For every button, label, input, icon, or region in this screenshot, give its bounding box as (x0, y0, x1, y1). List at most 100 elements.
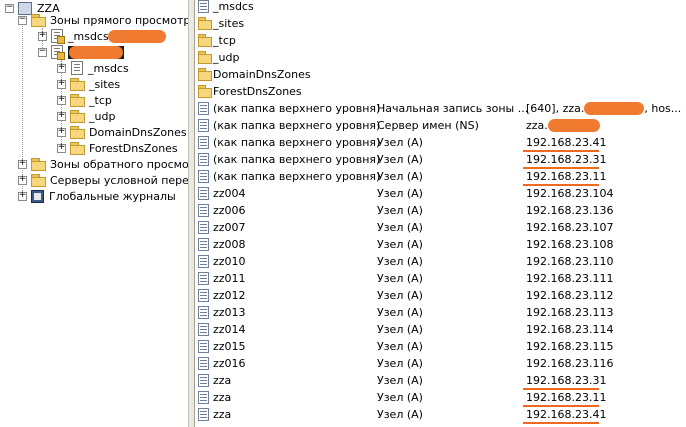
folder-icon (70, 110, 85, 123)
record-name: zza (213, 408, 232, 421)
table-row[interactable]: zza Узел (A) 192.168.23.41 (195, 406, 686, 423)
expand-icon[interactable]: + (57, 111, 66, 121)
folder-name: _udp (213, 51, 240, 64)
expand-icon[interactable]: + (38, 31, 47, 41)
record-data: 192.168.23.113 (526, 306, 613, 319)
table-row[interactable]: (как папка верхнего уровня) Узел (A) 192.1… (195, 134, 686, 151)
folder-icon (31, 158, 46, 171)
list-item-folder[interactable]: _udp (195, 49, 686, 66)
record-data-text: 192.168.23.31 (526, 153, 607, 166)
record-icon (198, 391, 209, 404)
tree-node-msdcs-zone[interactable]: + _msdcs. (38, 28, 167, 44)
zone-delegation-icon (198, 0, 209, 13)
table-row[interactable]: zza Узел (A) 192.168.23.11 (195, 389, 686, 406)
record-data: 192.168.23.110 (526, 255, 613, 268)
record-data: 192.168.23.136 (526, 204, 613, 217)
expand-icon[interactable]: + (57, 95, 66, 105)
tree-node-sites[interactable]: + _sites (57, 76, 120, 92)
record-name: zza (213, 391, 232, 404)
collapse-icon[interactable]: − (5, 3, 14, 13)
tree-node-reverse-zones[interactable]: + Зоны обратного просмотр (18, 156, 188, 172)
list-item-folder[interactable]: ForestDnsZones (195, 83, 686, 100)
record-icon (198, 204, 209, 217)
folder-name: _tcp (213, 34, 236, 47)
list-item-folder[interactable]: _tcp (195, 32, 686, 49)
table-row[interactable]: zz007 Узел (A) 192.168.23.107 (195, 219, 686, 236)
record-data: 192.168.23.116 (526, 357, 613, 370)
folder-name: DomainDnsZones (213, 68, 311, 81)
expand-icon[interactable]: + (57, 63, 66, 73)
tree-node-forestdnszones[interactable]: + ForestDnsZones (57, 140, 178, 156)
folder-icon (31, 14, 46, 27)
table-row[interactable]: (как папка верхнего уровня) Узел (A) 192.1… (195, 151, 686, 168)
record-name: zza (213, 374, 232, 387)
folder-icon (198, 34, 212, 47)
table-row[interactable]: zz004 Узел (A) 192.168.23.104 (195, 185, 686, 202)
record-type: Узел (A) (377, 170, 423, 183)
forestdnszones-label: ForestDnsZones (89, 141, 178, 155)
list-item-folder[interactable]: DomainDnsZones (195, 66, 686, 83)
record-name: zz011 (213, 272, 246, 285)
record-icon (198, 272, 209, 285)
record-name: zz008 (213, 238, 246, 251)
record-icon (198, 255, 209, 268)
table-row[interactable]: zz016 Узел (A) 192.168.23.116 (195, 355, 686, 372)
sites-label: _sites (89, 77, 121, 91)
record-type: Узел (A) (377, 340, 423, 353)
list-item-folder[interactable]: _sites (195, 15, 686, 32)
pane-splitter[interactable] (188, 0, 195, 427)
tree-node-forward-zones[interactable]: − Зоны прямого просмотра (18, 12, 188, 28)
table-row[interactable]: zz014 Узел (A) 192.168.23.114 (195, 321, 686, 338)
record-icon (198, 136, 209, 149)
record-name: zz014 (213, 323, 246, 336)
tree-node-tcp[interactable]: + _tcp (57, 92, 112, 108)
table-row[interactable]: (как папка верхнего уровня) Начальная зап… (195, 100, 686, 117)
record-name: zz010 (213, 255, 246, 268)
expand-icon[interactable]: + (57, 79, 66, 89)
table-row[interactable]: zz010 Узел (A) 192.168.23.110 (195, 253, 686, 270)
tree-node-msdcs[interactable]: + _msdcs (57, 60, 129, 76)
record-type: Узел (A) (377, 374, 423, 387)
tree-node-global-logs[interactable]: + Глобальные журналы (18, 188, 176, 204)
record-data: 192.168.23.115 (526, 340, 613, 353)
table-row[interactable]: zz013 Узел (A) 192.168.23.113 (195, 304, 686, 321)
tree-node-selected-zone[interactable]: − (38, 44, 124, 60)
table-row[interactable]: zz011 Узел (A) 192.168.23.111 (195, 270, 686, 287)
table-row[interactable]: zz015 Узел (A) 192.168.23.115 (195, 338, 686, 355)
expand-icon[interactable]: + (57, 143, 66, 153)
expand-icon[interactable]: + (18, 191, 27, 201)
table-row[interactable]: zz012 Узел (A) 192.168.23.112 (195, 287, 686, 304)
record-name: zz013 (213, 306, 246, 319)
record-data: 192.168.23.41 (526, 408, 606, 421)
expand-icon[interactable]: + (18, 159, 27, 169)
dns-console-tree: − ZZA − Зоны прямого просмотра + _msdcs.… (0, 0, 188, 427)
collapse-icon[interactable]: − (38, 47, 47, 57)
tree-node-conditional-forwarders[interactable]: + Серверы условной пересь (18, 172, 188, 188)
record-list: _msdcs _sites _tcp _udp DomainDnsZones Forest… (195, 0, 686, 427)
record-name: (как папка верхнего уровня) (213, 153, 381, 166)
record-data: 192.168.23.112 (526, 289, 613, 302)
record-data-text: 192.168.23.111 (526, 272, 614, 285)
record-type: Узел (A) (377, 323, 423, 336)
record-data-text: 192.168.23.115 (526, 340, 614, 353)
msdcs-label: _msdcs (88, 61, 129, 75)
event-log-icon (31, 189, 44, 203)
table-row[interactable]: (как папка верхнего уровня) Сервер имен (… (195, 117, 686, 134)
folder-icon (198, 17, 212, 30)
tree-node-domaindnszones[interactable]: + DomainDnsZones (57, 124, 187, 140)
table-row[interactable]: (как папка верхнего уровня) Узел (A) 192.1… (195, 168, 686, 185)
reverse-zones-label: Зоны обратного просмотр (50, 157, 188, 171)
expand-icon[interactable]: + (57, 127, 66, 137)
table-row[interactable]: zz008 Узел (A) 192.168.23.108 (195, 236, 686, 253)
tree-node-udp[interactable]: + _udp (57, 108, 115, 124)
expand-icon[interactable]: + (18, 175, 27, 185)
zone-delegation-icon (71, 61, 83, 75)
record-type: Узел (A) (377, 255, 423, 268)
record-type: Узел (A) (377, 289, 423, 302)
highlight-underline (523, 422, 599, 424)
table-row[interactable]: zza Узел (A) 192.168.23.31 (195, 372, 686, 389)
collapse-icon[interactable]: − (18, 15, 27, 25)
table-row[interactable]: zz006 Узел (A) 192.168.23.136 (195, 202, 686, 219)
list-item-folder[interactable]: _msdcs (195, 0, 686, 15)
record-name: zz007 (213, 221, 246, 234)
